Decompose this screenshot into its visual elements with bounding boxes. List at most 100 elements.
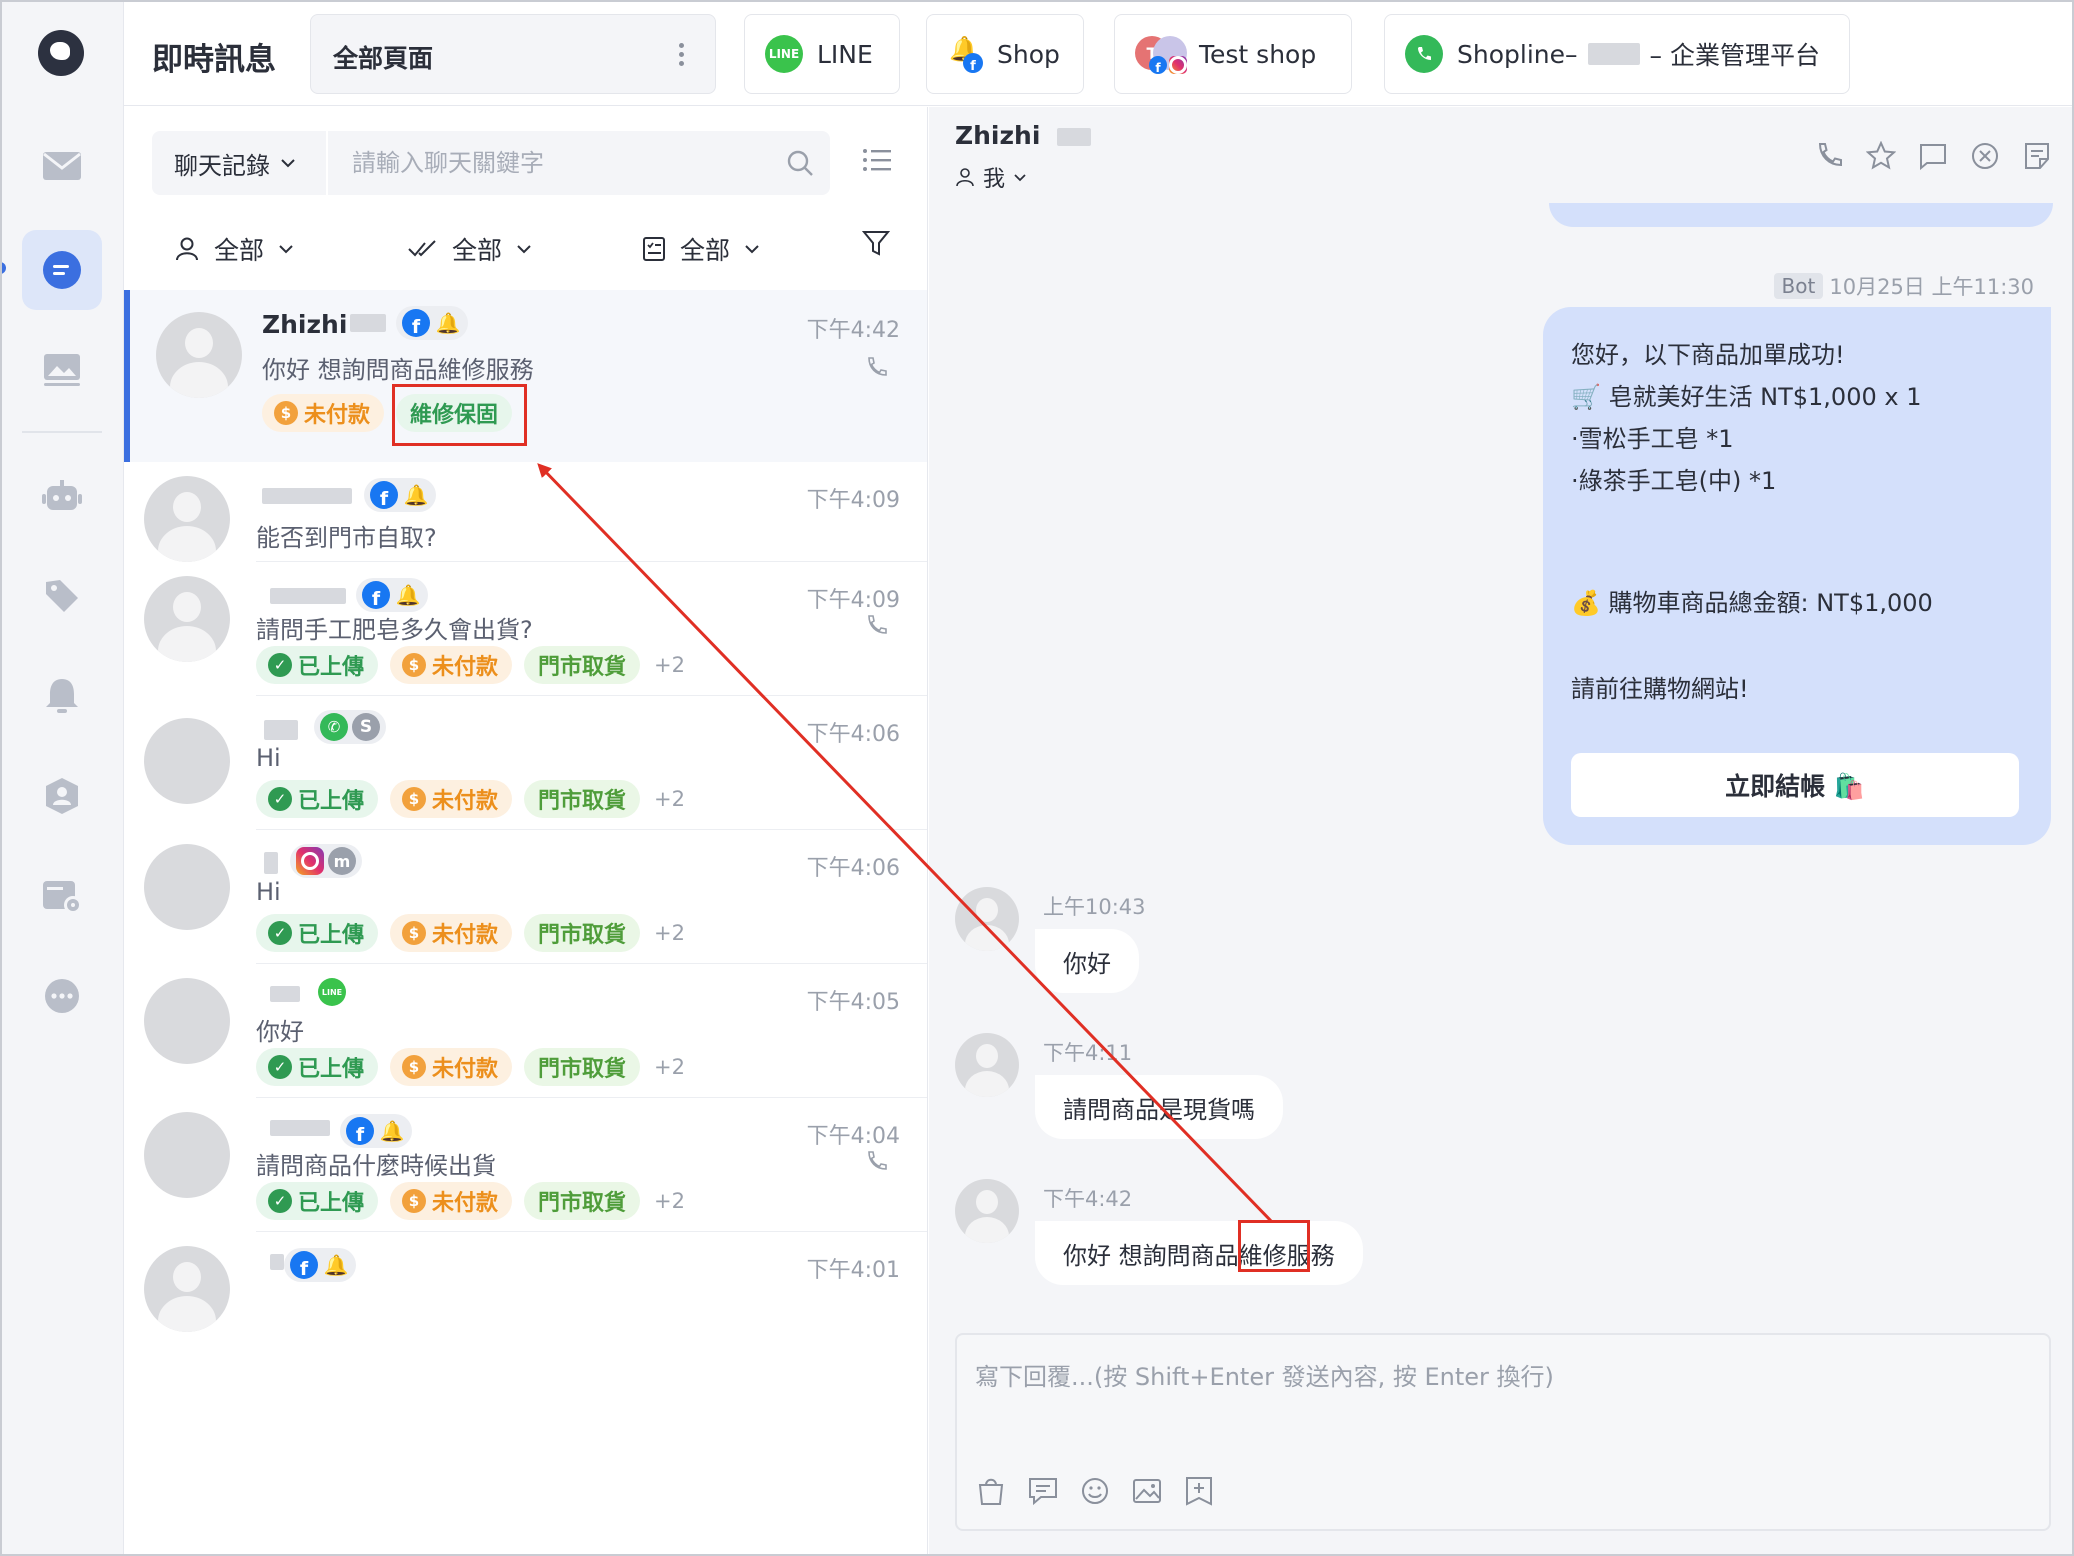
search-icon[interactable] bbox=[786, 149, 814, 177]
settings-card-icon[interactable] bbox=[22, 856, 102, 936]
tag-unpaid[interactable]: $ 未付款 bbox=[390, 646, 513, 684]
filter-read-status-label: 全部 bbox=[452, 236, 503, 265]
tab-shopline-label-prefix: Shopline– bbox=[1457, 39, 1578, 69]
notes-icon[interactable] bbox=[2022, 141, 2052, 171]
tab-shop[interactable]: 🔔 f Shop bbox=[926, 14, 1084, 94]
check-icon: ✓ bbox=[268, 653, 292, 677]
conversation-item[interactable]: m 下午4:06 Hi ✓ 已上傳 $ 未付款 門市取貨 +2 bbox=[124, 830, 927, 964]
conversation-item[interactable]: f 🔔 下午4:09 請問手工肥皂多久會出貨? ✓ 已上傳 $ 未付款 門市取貨 +… bbox=[124, 562, 927, 696]
app-logo-icon[interactable] bbox=[38, 30, 84, 76]
redacted-name bbox=[270, 588, 346, 604]
conversation-item[interactable]: f 🔔 下午4:09 能否到門市自取? bbox=[124, 462, 927, 562]
tag-store-pickup[interactable]: 門市取貨 bbox=[524, 914, 641, 952]
bot-robot-icon[interactable] bbox=[22, 456, 102, 536]
redacted-name bbox=[262, 488, 352, 504]
app-title: 即時訊息 bbox=[152, 42, 276, 78]
messenger-m-icon: m bbox=[328, 847, 356, 875]
contacts-shield-icon[interactable] bbox=[22, 756, 102, 836]
filter-funnel-icon[interactable] bbox=[862, 229, 890, 257]
search-type-dropdown[interactable]: 聊天記錄 bbox=[152, 131, 328, 195]
close-conversation-icon[interactable] bbox=[1970, 141, 2000, 171]
tag-more-count[interactable]: +2 bbox=[654, 921, 685, 945]
tab-shopline-enterprise[interactable]: Shopline– – 企業管理平台 bbox=[1384, 14, 1850, 94]
double-check-icon bbox=[408, 240, 436, 257]
message-preview: 你好 想詢問商品維修服務 bbox=[262, 356, 534, 384]
facebook-icon: f bbox=[346, 1117, 374, 1145]
chat-search-input[interactable] bbox=[332, 131, 772, 195]
tag-uploaded[interactable]: ✓ 已上傳 bbox=[256, 1182, 379, 1220]
conversation-item[interactable]: f 🔔 下午4:01 bbox=[124, 1232, 927, 1372]
star-icon[interactable] bbox=[1866, 141, 1896, 171]
tag-uploaded[interactable]: ✓ 已上傳 bbox=[256, 1048, 379, 1086]
customer-avatar bbox=[955, 1033, 1019, 1097]
tag-more-count[interactable]: +2 bbox=[654, 1189, 685, 1213]
checkout-button[interactable]: 立即結帳 🛍️ bbox=[1571, 753, 2019, 817]
tag-uploaded[interactable]: ✓ 已上傳 bbox=[256, 646, 379, 684]
chat-pane: Zhizhi 我 Bot 10月25日 上午11:30 您好，以下商品加單成功!… bbox=[929, 107, 2074, 1556]
tag-more-count[interactable]: +2 bbox=[654, 653, 685, 677]
tab-shop-label: Shop bbox=[997, 39, 1060, 69]
dollar-icon: $ bbox=[402, 787, 427, 811]
tag-store-pickup[interactable]: 門市取貨 bbox=[524, 1182, 641, 1220]
tag-more-count[interactable]: +2 bbox=[654, 1055, 685, 1079]
assignee-dropdown[interactable]: 我 bbox=[955, 161, 1027, 193]
image-upload-icon[interactable] bbox=[1131, 1475, 1163, 1507]
redacted-name bbox=[270, 986, 300, 1002]
tab-test-shop[interactable]: T f Test shop bbox=[1114, 14, 1352, 94]
inbox-mail-icon[interactable] bbox=[22, 126, 102, 206]
filter-assignee[interactable]: 全部 bbox=[174, 225, 294, 273]
tag-unpaid[interactable]: $ 未付款 bbox=[390, 914, 513, 952]
contact-avatar bbox=[144, 576, 230, 662]
reply-input[interactable] bbox=[957, 1335, 2049, 1455]
image-gallery-icon[interactable] bbox=[22, 330, 102, 410]
tag-unpaid[interactable]: $ 未付款 bbox=[390, 1182, 513, 1220]
person-icon bbox=[176, 237, 198, 261]
line-icon: LINE bbox=[318, 978, 346, 1006]
comment-icon[interactable] bbox=[1918, 141, 1948, 171]
tag-more-count[interactable]: +2 bbox=[654, 787, 685, 811]
channel-badges: LINE bbox=[318, 978, 346, 1006]
emoji-icon[interactable] bbox=[1079, 1475, 1111, 1507]
tag-label-icon[interactable] bbox=[22, 556, 102, 636]
chat-bubble-icon[interactable] bbox=[22, 230, 102, 310]
more-options-icon[interactable] bbox=[22, 956, 102, 1036]
channel-badges: f 🔔 bbox=[284, 1248, 356, 1282]
composer-toolbar bbox=[975, 1475, 1215, 1507]
tag-list: ✓ 已上傳 $ 未付款 門市取貨 +2 bbox=[256, 1048, 685, 1086]
quick-reply-icon[interactable] bbox=[1027, 1475, 1059, 1507]
filter-assignee-label: 全部 bbox=[214, 236, 265, 265]
shopping-bag-icon[interactable] bbox=[975, 1475, 1007, 1507]
tag-store-pickup[interactable]: 門市取貨 bbox=[524, 646, 641, 684]
tag-uploaded[interactable]: ✓ 已上傳 bbox=[256, 780, 379, 818]
page-selector[interactable]: 全部頁面 bbox=[310, 14, 716, 94]
tag-unpaid[interactable]: $ 未付款 bbox=[390, 780, 513, 818]
filter-read-status[interactable]: 全部 bbox=[408, 225, 532, 273]
checklist-icon bbox=[643, 237, 665, 261]
conversation-time: 下午4:09 bbox=[806, 488, 900, 513]
left-nav bbox=[0, 0, 124, 1556]
tab-line[interactable]: LINE LINE bbox=[744, 14, 900, 94]
filter-tag[interactable]: 全部 bbox=[642, 225, 760, 273]
chevron-down-icon bbox=[517, 245, 531, 254]
person-icon bbox=[956, 168, 974, 187]
conversation-item[interactable]: LINE 下午4:05 你好 ✓ 已上傳 $ 未付款 門市取貨 +2 bbox=[124, 964, 927, 1098]
phone-call-icon[interactable] bbox=[1814, 141, 1844, 171]
add-template-icon[interactable] bbox=[1183, 1475, 1215, 1507]
list-view-icon[interactable] bbox=[862, 147, 892, 173]
tag-unpaid[interactable]: $ 未付款 bbox=[390, 1048, 513, 1086]
tag-store-pickup[interactable]: 門市取貨 bbox=[524, 780, 641, 818]
chat-header-actions bbox=[1814, 141, 2052, 171]
conversation-item[interactable]: f 🔔 下午4:04 請問商品什麼時候出貨 ✓ 已上傳 $ 未付款 門市取貨 +2 bbox=[124, 1098, 927, 1232]
shop-bell-icon: 🔔 bbox=[403, 483, 429, 507]
tag-uploaded[interactable]: ✓ 已上傳 bbox=[256, 914, 379, 952]
tag-store-pickup[interactable]: 門市取貨 bbox=[524, 1048, 641, 1086]
conversation-time: 下午4:05 bbox=[806, 990, 900, 1015]
conversation-time: 下午4:01 bbox=[806, 1258, 900, 1283]
conversation-item[interactable]: ✆ S 下午4:06 Hi ✓ 已上傳 $ 未付款 門市取貨 +2 bbox=[124, 696, 927, 830]
tab-line-label: LINE bbox=[817, 39, 873, 69]
customer-message-bubble: 請問商品是現貨嗎 bbox=[1035, 1075, 1283, 1139]
notification-bell-icon[interactable] bbox=[22, 656, 102, 736]
annotation-highlight-tag bbox=[392, 384, 527, 446]
kebab-menu-icon[interactable] bbox=[679, 43, 685, 67]
tag-unpaid[interactable]: $ 未付款 bbox=[262, 394, 385, 432]
